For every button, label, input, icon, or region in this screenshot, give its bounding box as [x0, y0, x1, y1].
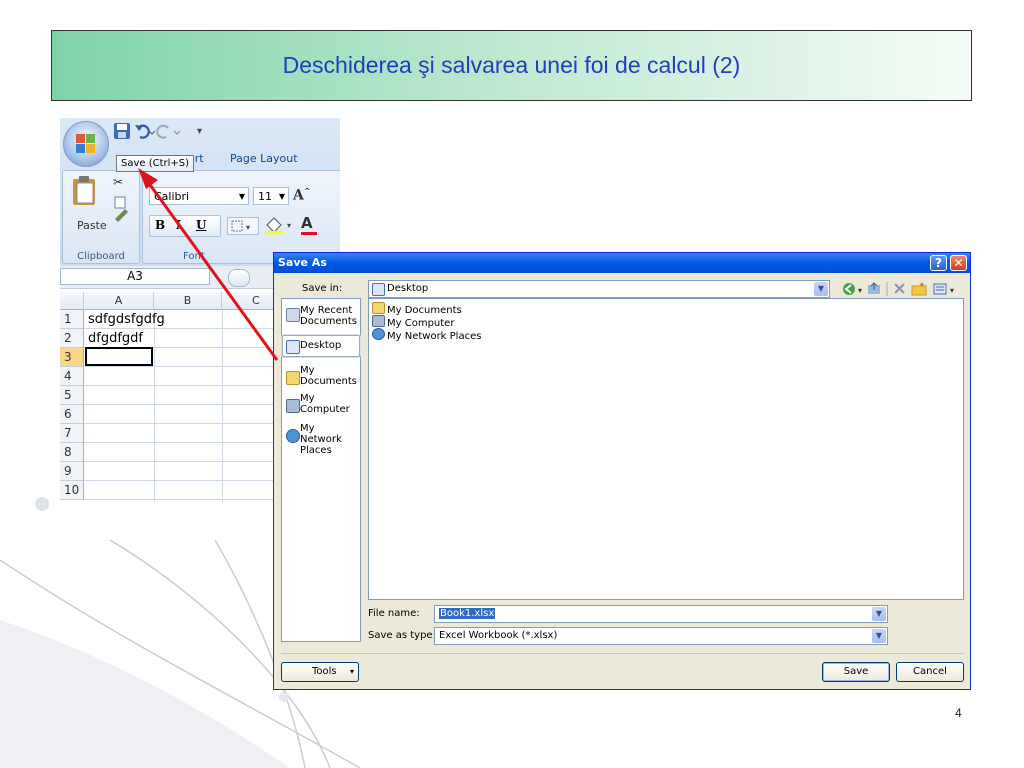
arrow-head-icon [138, 168, 158, 189]
annotation-arrow [138, 168, 279, 361]
arrow-line [146, 181, 279, 361]
page-number: 4 [955, 706, 962, 720]
